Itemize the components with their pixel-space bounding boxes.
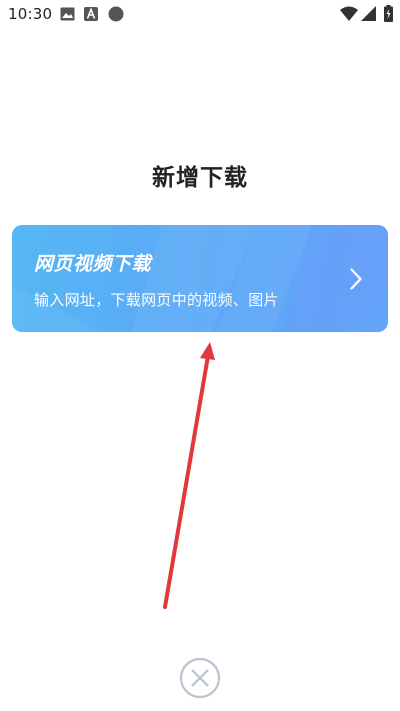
card-background-pattern — [12, 225, 388, 332]
annotation-arrow — [163, 342, 215, 609]
card-subtitle: 输入网址，下载网页中的视频、图片 — [34, 291, 279, 309]
circle-notification-icon — [108, 6, 124, 22]
screen: 10:30 新增下载 网页视频下载 输入网址，下载网页中的视频、图片 — [0, 0, 400, 711]
chevron-right-icon — [350, 268, 362, 290]
web-video-download-card[interactable]: 网页视频下载 输入网址，下载网页中的视频、图片 — [12, 225, 388, 332]
close-icon[interactable] — [179, 657, 221, 699]
status-bar: 10:30 — [0, 0, 400, 28]
status-time: 10:30 — [8, 5, 53, 23]
a-notification-icon — [84, 7, 98, 21]
signal-icon — [361, 6, 376, 21]
battery-icon — [384, 5, 393, 22]
page-title: 新增下载 — [152, 165, 248, 191]
gallery-icon — [60, 7, 75, 21]
card-title: 网页视频下载 — [34, 253, 152, 275]
wifi-icon — [340, 6, 358, 21]
